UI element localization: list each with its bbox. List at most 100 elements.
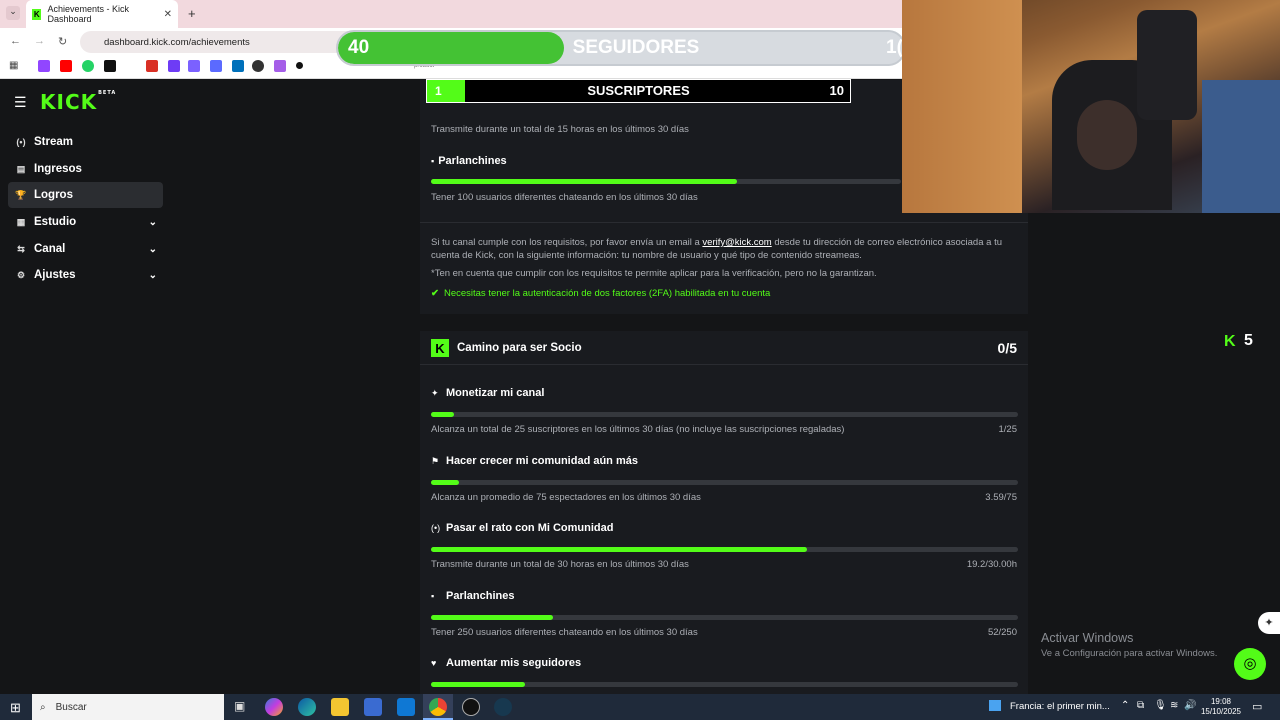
channel-icon: ⇆ [17, 243, 25, 254]
requirement-progress-track [431, 479, 1018, 485]
chatters-progress-track [431, 179, 901, 184]
sidebar-item-canal[interactable]: ⇆ Canal ⌄ [8, 236, 163, 262]
outlook-icon[interactable] [397, 698, 415, 716]
sidebar-item-estudio[interactable]: ▦ Estudio ⌄ [8, 209, 163, 235]
chevron-down-icon: ⌄ [148, 269, 157, 281]
requirement-icon: ✦ [431, 388, 439, 398]
notifications-icon[interactable]: ▭ [1252, 700, 1262, 713]
bookmark-icon[interactable] [252, 60, 264, 72]
chatters-title: ▪ Parlanchines [431, 155, 507, 167]
tiktok-bookmark-icon[interactable] [104, 60, 116, 72]
sidebar-item-stream[interactable]: (•) Stream [8, 129, 163, 155]
volume-icon[interactable]: 🔊 [1184, 700, 1196, 711]
sidebar-item-label: Ingresos [34, 163, 82, 175]
kick-badge-icon: K [1224, 333, 1236, 350]
requirement-description: Alcanza un total de 25 suscriptores en l… [431, 424, 845, 435]
weather-news-icon[interactable] [989, 700, 1001, 711]
bed-shape [1202, 80, 1280, 213]
chrome-icon[interactable] [429, 698, 447, 716]
partner-path-card [420, 331, 1028, 694]
requirement-title: Monetizar mi canal [446, 387, 545, 399]
sidebar-item-label: Ajustes [34, 269, 76, 281]
sidebar-item-logros[interactable]: 🏆 Logros [8, 182, 163, 208]
new-tab-button[interactable]: + [188, 6, 196, 21]
person-standing-shape [1137, 10, 1197, 120]
requirement-value: 3.59/75 [985, 491, 1017, 503]
gmail-bookmark-icon[interactable] [146, 60, 158, 72]
bookmark-icon[interactable] [274, 60, 286, 72]
gear-icon: ⚙ [16, 269, 26, 280]
requirement-value: 1/25 [998, 424, 1018, 435]
sidebar-item-label: Stream [34, 136, 73, 148]
sidebar-item-ajustes[interactable]: ⚙ Ajustes ⌄ [8, 262, 163, 288]
back-icon[interactable]: ← [10, 35, 21, 47]
wardrobe-shape [902, 0, 1022, 213]
sidebar-item-label: Estudio [34, 216, 77, 228]
checkmark-icon: ✔ [431, 288, 439, 299]
requirement-progress-track [431, 412, 1018, 417]
sparkle-icon[interactable]: ✦ [1258, 612, 1280, 634]
studio-icon: ▦ [16, 216, 26, 227]
requirement-progress-fill [431, 614, 554, 620]
trophy-icon: 🏆 [15, 189, 27, 200]
partner-count: 0/5 [997, 340, 1017, 356]
whatsapp-bookmark-icon[interactable] [82, 60, 94, 72]
requirement-icon: ♥ [431, 658, 437, 668]
requirement-progress-track [431, 614, 1018, 620]
sidebar-item-label: Canal [34, 243, 66, 255]
email-link[interactable]: verify@kick.com [702, 237, 771, 248]
youtube-bookmark-icon[interactable] [60, 60, 72, 72]
edge-icon[interactable] [298, 698, 316, 716]
requirement-icon: ▪ [431, 590, 435, 601]
file-explorer-icon[interactable] [331, 698, 349, 716]
chevron-up-icon[interactable]: ⌃ [1121, 700, 1129, 711]
menu-icon[interactable]: ☰ [14, 94, 27, 111]
tab-search-button[interactable]: ⌄ [6, 6, 20, 20]
beta-badge: BETA [98, 90, 117, 96]
copilot-icon[interactable] [265, 698, 283, 716]
url-text: dashboard.kick.com/achievements [104, 36, 250, 48]
task-view-icon[interactable]: ▣ [234, 699, 245, 713]
sidebar-item-ingresos[interactable]: ▤ Ingresos [8, 156, 163, 182]
info-text: Si tu canal cumple con los requisitos, p… [431, 237, 700, 248]
chevron-down-icon: ⌄ [148, 216, 157, 228]
paypal-bookmark-icon[interactable] [232, 60, 244, 72]
bookmark-icon[interactable] [296, 62, 303, 69]
taskbar-search[interactable]: ⌕ Buscar [32, 694, 224, 720]
followers-label: SEGUIDORES [572, 37, 700, 58]
support-chat-icon[interactable]: ◎ [1234, 648, 1266, 680]
obs-icon[interactable] [462, 698, 480, 716]
store-icon[interactable] [364, 698, 382, 716]
requirement-value: 19.2/30.00h [966, 559, 1017, 570]
chatters-requirement-text: Tener 100 usuarios diferentes chateando … [431, 192, 698, 203]
kick-logo-icon: K [431, 339, 449, 357]
chatters-progress-fill [431, 179, 737, 184]
bookmark-icon[interactable] [168, 60, 180, 72]
reload-icon[interactable]: ↻ [58, 35, 67, 48]
followers-goal-overlay: 40 SEGUIDORES 1( [336, 30, 906, 66]
activate-windows-subtitle: Ve a Configuración para activar Windows. [1041, 648, 1218, 659]
windows-start-icon[interactable]: ⊞ [10, 700, 21, 716]
close-tab-icon[interactable]: ✕ [164, 9, 172, 20]
news-ticker[interactable]: Francia: el primer min... [1010, 701, 1110, 712]
forward-icon[interactable]: → [34, 35, 45, 47]
search-placeholder: Buscar [55, 701, 87, 713]
wifi-icon[interactable]: ≋ [1170, 700, 1178, 711]
microphone-icon[interactable]: 🎙 [1154, 700, 1167, 711]
subscribers-goal-overlay: 1 SUSCRIPTORES 10 [426, 79, 851, 103]
twitch-bookmark-icon[interactable] [38, 60, 50, 72]
requirement-description: Alcanza un promedio de 75 espectadores e… [431, 491, 701, 503]
bookmark-icon[interactable] [210, 60, 222, 72]
date-text: 15/10/2025 [1200, 707, 1242, 716]
apps-grid-icon[interactable]: ▦ [9, 60, 18, 71]
clock[interactable]: 19:08 15/10/2025 [1200, 697, 1242, 717]
verification-info: Si tu canal cumple con los requisitos, p… [431, 236, 1021, 262]
tray-icon[interactable]: ⧉ [1137, 700, 1144, 711]
requirement-progress-fill [431, 479, 460, 485]
steam-icon[interactable] [494, 698, 512, 716]
requirement-description: Transmite durante un total de 30 horas e… [431, 559, 689, 570]
requirement-progress-track [431, 547, 1018, 552]
chevron-down-icon: ⌄ [148, 243, 157, 255]
browser-tab[interactable]: K Achievements - Kick Dashboard ✕ [26, 0, 178, 28]
bookmark-icon[interactable] [188, 60, 200, 72]
